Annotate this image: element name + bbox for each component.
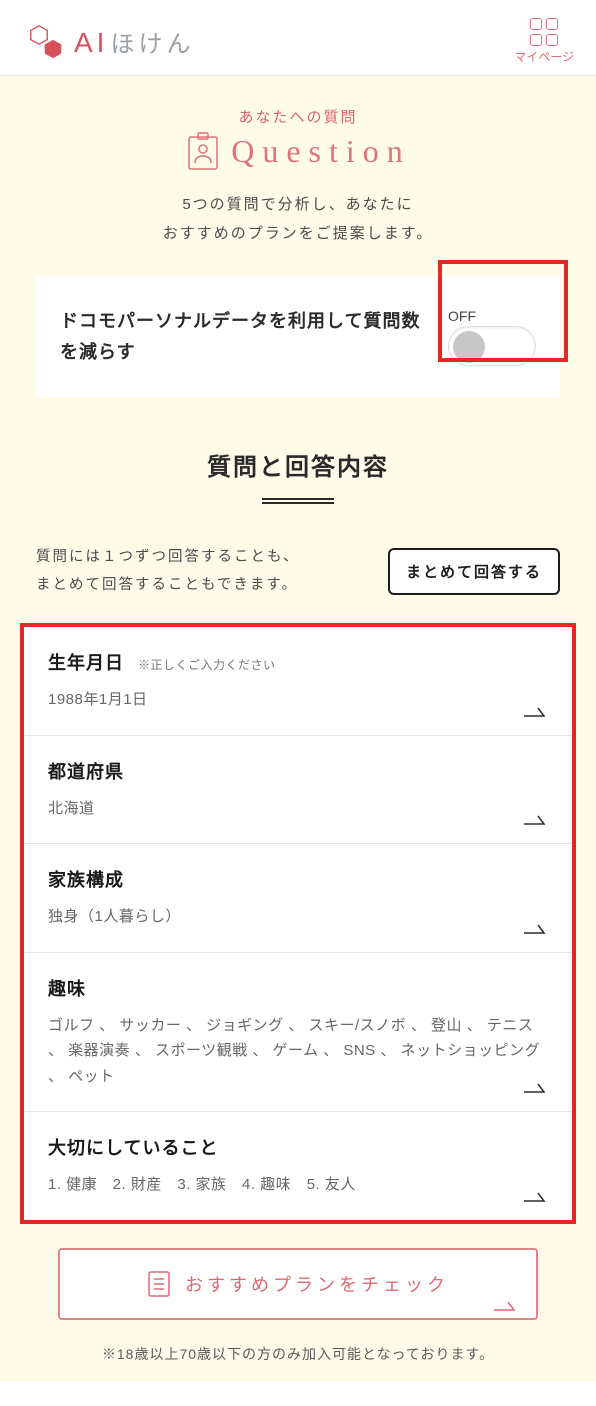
arrow-right-icon [494, 1296, 518, 1308]
personal-data-toggle-box: ドコモパーソナルデータを利用して質問数を減らす OFF [36, 276, 560, 397]
content: あなたへの質問 Question 5つの質問で分析し、あなたに おすすめのプラン… [0, 76, 596, 1382]
arrow-right-icon [524, 1190, 548, 1202]
arrow-right-icon [524, 813, 548, 825]
info-text: 質問には１つずつ回答することも、 まとめて回答することもできます。 [36, 544, 300, 599]
personal-data-toggle[interactable] [448, 326, 536, 366]
logo[interactable]: AI ほけん [22, 24, 194, 60]
question-item-prefecture[interactable]: 都道府県 北海道 [24, 736, 572, 845]
toggle-state-label: OFF [448, 308, 476, 324]
arrow-right-icon [524, 705, 548, 717]
question-value: 独身（1人暮らし） [48, 904, 548, 930]
bulk-answer-button[interactable]: まとめて回答する [388, 548, 560, 595]
mypage-button[interactable]: マイページ [514, 18, 574, 65]
question-value: ゴルフ 、 サッカー 、 ジョギング 、 スキー/スノボ 、 登山 、 テニス … [48, 1013, 548, 1090]
question-label: 家族構成 [48, 870, 124, 890]
question-item-family[interactable]: 家族構成 独身（1人暮らし） [24, 844, 572, 953]
question-label: 大切にしていること [48, 1138, 218, 1158]
check-plan-button[interactable]: おすすめプランをチェック [58, 1248, 538, 1320]
question-item-birthdate[interactable]: 生年月日 ※正しくご入力ください 1988年1月1日 [24, 627, 572, 736]
mypage-label: マイページ [514, 48, 574, 65]
question-list: 生年月日 ※正しくご入力ください 1988年1月1日 都道府県 北海道 家族構成… [20, 623, 576, 1224]
question-value: 1. 健康 2. 財産 3. 家族 4. 趣味 5. 友人 [48, 1172, 548, 1198]
question-header: あなたへの質問 Question [14, 106, 582, 171]
logo-hoken-text: ほけん [110, 24, 194, 59]
question-value: 1988年1月1日 [48, 687, 548, 713]
question-label: 都道府県 [48, 762, 124, 782]
question-title: Question [231, 133, 411, 170]
question-item-hobby[interactable]: 趣味 ゴルフ 、 サッカー 、 ジョギング 、 スキー/スノボ 、 登山 、 テ… [24, 953, 572, 1113]
arrow-right-icon [524, 922, 548, 934]
header: AI ほけん マイページ [0, 0, 596, 76]
footer-note: ※18歳以上70歳以下の方のみ加入可能となっております。 [14, 1344, 582, 1364]
logo-ai-text: AI [74, 27, 108, 59]
toggle-label: ドコモパーソナルデータを利用して質問数を減らす [60, 306, 436, 367]
grid-icon [530, 18, 558, 46]
check-plan-label: おすすめプランをチェック [185, 1271, 449, 1297]
question-label: 趣味 [48, 979, 86, 999]
question-value: 北海道 [48, 796, 548, 822]
question-label: 生年月日 [48, 653, 124, 673]
profile-icon [185, 131, 221, 171]
question-description: 5つの質問で分析し、あなたに おすすめのプランをご提案します。 [14, 191, 582, 248]
question-hint: ※正しくご入力ください [138, 658, 276, 672]
logo-hexes-icon [22, 24, 66, 60]
info-row: 質問には１つずつ回答することも、 まとめて回答することもできます。 まとめて回答… [14, 504, 582, 609]
question-item-values[interactable]: 大切にしていること 1. 健康 2. 財産 3. 家族 4. 趣味 5. 友人 [24, 1112, 572, 1220]
section-title: 質問と回答内容 [14, 447, 582, 482]
document-icon [147, 1270, 171, 1298]
question-subtitle: あなたへの質問 [14, 106, 582, 127]
arrow-right-icon [524, 1081, 548, 1093]
